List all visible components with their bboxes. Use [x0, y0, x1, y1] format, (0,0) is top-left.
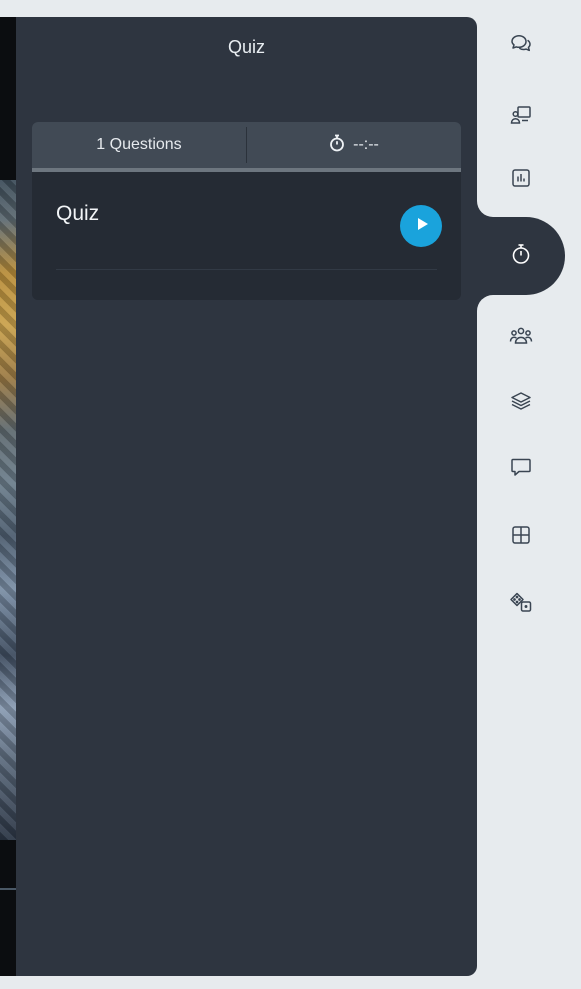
quiz-card-header: 1 Questions --:-- — [32, 122, 461, 172]
active-tab-notch-bottom — [477, 295, 493, 311]
comment-icon — [509, 455, 533, 484]
active-tab-notch-top — [477, 201, 493, 217]
panel-title: Quiz — [227, 37, 265, 57]
chat-bubbles-icon — [509, 31, 533, 60]
presenter-icon — [509, 103, 533, 132]
quiz-timer: --:-- — [247, 122, 461, 168]
card-divider — [56, 269, 437, 270]
quiz-card: 1 Questions --:-- Quiz — [32, 122, 461, 300]
rail-poll-button[interactable] — [503, 162, 539, 198]
stopwatch-icon — [509, 242, 533, 271]
group-icon — [509, 324, 533, 353]
layers-icon — [509, 389, 533, 418]
stopwatch-icon — [329, 134, 345, 157]
grid-layout-icon — [509, 523, 533, 552]
rail-comments-button[interactable] — [503, 451, 539, 487]
rail-participants-button[interactable] — [503, 320, 539, 356]
start-quiz-button[interactable] — [400, 205, 442, 247]
poll-chart-icon — [509, 166, 533, 195]
rail-quiz-button[interactable] — [503, 238, 539, 274]
video-preview — [0, 17, 16, 976]
rail-layout-button[interactable] — [503, 519, 539, 555]
quiz-item-title: Quiz — [56, 202, 100, 225]
question-count: 1 Questions — [32, 122, 246, 168]
video-thumbnail — [0, 180, 16, 840]
timer-value: --:-- — [353, 136, 379, 153]
rail-chat-button[interactable] — [503, 27, 539, 63]
rail-presenter-button[interactable] — [503, 99, 539, 135]
rail-layers-button[interactable] — [503, 385, 539, 421]
dice-icon — [509, 591, 533, 620]
quiz-panel: Quiz 1 Questions --:-- Quiz — [16, 17, 477, 976]
play-icon — [413, 217, 430, 236]
app-window: Quiz 1 Questions --:-- Quiz — [0, 0, 581, 989]
rail-games-button[interactable] — [503, 587, 539, 623]
question-count-label: 1 Questions — [96, 136, 182, 153]
video-progress-line — [0, 888, 16, 890]
